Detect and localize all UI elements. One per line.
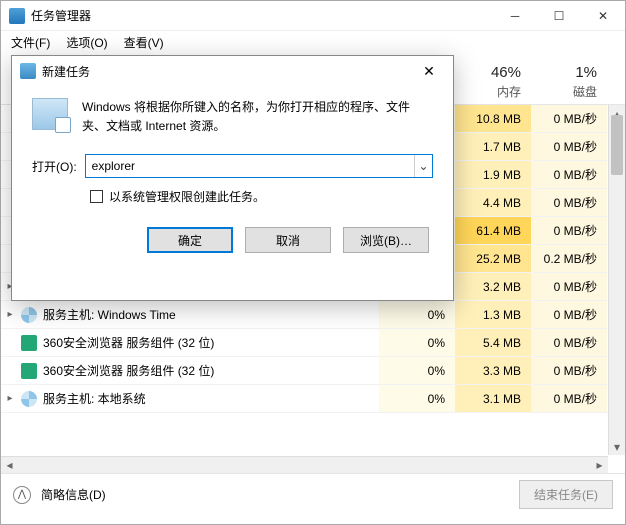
maximize-button[interactable]: ☐ xyxy=(537,1,581,31)
minimize-button[interactable]: ─ xyxy=(493,1,537,31)
vertical-scrollbar[interactable]: ▴ ▾ xyxy=(608,105,625,455)
memory-cell: 25.2 MB xyxy=(455,245,531,272)
process-name: 服务主机: Windows Time xyxy=(43,306,379,323)
memory-cell: 1.9 MB xyxy=(455,161,531,188)
app-icon xyxy=(9,8,25,24)
disk-cell: 0 MB/秒 xyxy=(531,301,607,328)
disk-label: 磁盘 xyxy=(531,83,597,100)
dialog-description: Windows 将根据你所键入的名称，为你打开相应的程序、文件夹、文档或 Int… xyxy=(82,98,433,136)
collapse-icon[interactable]: ⋀ xyxy=(13,486,31,504)
ok-button[interactable]: 确定 xyxy=(147,227,233,253)
open-combobox[interactable]: ⌄ xyxy=(85,154,433,178)
memory-cell: 3.3 MB xyxy=(455,357,531,384)
browse-button[interactable]: 浏览(B)… xyxy=(343,227,429,253)
scroll-right-icon[interactable]: ▸ xyxy=(591,457,608,473)
open-label: 打开(O): xyxy=(32,158,77,175)
menu-file[interactable]: 文件(F) xyxy=(5,32,56,53)
close-button[interactable]: ✕ xyxy=(581,1,625,31)
admin-checkbox[interactable] xyxy=(90,190,103,203)
cpu-cell: 0% xyxy=(379,357,455,384)
titlebar: 任务管理器 ─ ☐ ✕ xyxy=(1,1,625,31)
expand-icon[interactable]: ▸ xyxy=(1,309,19,320)
process-icon xyxy=(21,391,37,407)
disk-cell: 0 MB/秒 xyxy=(531,329,607,356)
new-task-dialog: 新建任务 ✕ Windows 将根据你所键入的名称，为你打开相应的程序、文件夹、… xyxy=(11,55,454,301)
process-name: 360安全浏览器 服务组件 (32 位) xyxy=(43,362,379,379)
footer: ⋀ 简略信息(D) 结束任务(E) xyxy=(1,473,625,515)
menu-options[interactable]: 选项(O) xyxy=(60,32,113,53)
scroll-thumb[interactable] xyxy=(611,115,623,175)
memory-pct: 46% xyxy=(455,64,521,81)
dialog-title: 新建任务 xyxy=(42,63,409,80)
end-task-button[interactable]: 结束任务(E) xyxy=(519,480,613,509)
dialog-close-button[interactable]: ✕ xyxy=(409,57,449,85)
disk-cell: 0 MB/秒 xyxy=(531,385,607,412)
dialog-icon xyxy=(20,63,36,79)
table-row[interactable]: 360安全浏览器 服务组件 (32 位)0%3.3 MB0 MB/秒 xyxy=(1,357,625,385)
dialog-titlebar: 新建任务 ✕ xyxy=(12,56,453,86)
admin-label: 以系统管理权限创建此任务。 xyxy=(109,188,265,205)
memory-cell: 10.8 MB xyxy=(455,105,531,132)
disk-cell: 0 MB/秒 xyxy=(531,161,607,188)
header-disk[interactable]: 1% 磁盘 xyxy=(531,53,607,104)
table-row[interactable]: ▸ 服务主机: 本地系统0%3.1 MB0 MB/秒 xyxy=(1,385,625,413)
disk-cell: 0 MB/秒 xyxy=(531,357,607,384)
run-icon xyxy=(32,98,68,130)
scroll-left-icon[interactable]: ◂ xyxy=(1,457,18,473)
memory-cell: 5.4 MB xyxy=(455,329,531,356)
process-name: 360安全浏览器 服务组件 (32 位) xyxy=(43,334,379,351)
horizontal-scrollbar[interactable]: ◂ ▸ xyxy=(1,456,608,473)
disk-cell: 0.2 MB/秒 xyxy=(531,245,607,272)
table-row[interactable]: 360安全浏览器 服务组件 (32 位)0%5.4 MB0 MB/秒 xyxy=(1,329,625,357)
memory-cell: 61.4 MB xyxy=(455,217,531,244)
cpu-cell: 0% xyxy=(379,301,455,328)
header-memory[interactable]: 46% 内存 xyxy=(455,53,531,104)
disk-cell: 0 MB/秒 xyxy=(531,189,607,216)
open-input[interactable] xyxy=(85,154,433,178)
window-title: 任务管理器 xyxy=(31,7,493,24)
disk-cell: 0 MB/秒 xyxy=(531,105,607,132)
disk-cell: 0 MB/秒 xyxy=(531,133,607,160)
memory-cell: 4.4 MB xyxy=(455,189,531,216)
process-name: 服务主机: 本地系统 xyxy=(43,390,379,407)
table-row[interactable]: ▸ 服务主机: Windows Time0%1.3 MB0 MB/秒 xyxy=(1,301,625,329)
menubar: 文件(F) 选项(O) 查看(V) xyxy=(1,31,625,53)
cpu-cell: 0% xyxy=(379,329,455,356)
memory-cell: 1.3 MB xyxy=(455,301,531,328)
cancel-button[interactable]: 取消 xyxy=(245,227,331,253)
disk-pct: 1% xyxy=(531,64,597,81)
disk-cell: 0 MB/秒 xyxy=(531,273,607,300)
expand-icon[interactable]: ▸ xyxy=(1,393,19,404)
memory-cell: 1.7 MB xyxy=(455,133,531,160)
menu-view[interactable]: 查看(V) xyxy=(118,32,170,53)
cpu-cell: 0% xyxy=(379,385,455,412)
brief-info-link[interactable]: 简略信息(D) xyxy=(41,486,106,503)
scroll-down-icon[interactable]: ▾ xyxy=(609,438,625,455)
disk-cell: 0 MB/秒 xyxy=(531,217,607,244)
memory-cell: 3.2 MB xyxy=(455,273,531,300)
process-icon xyxy=(21,363,37,379)
memory-cell: 3.1 MB xyxy=(455,385,531,412)
process-icon xyxy=(21,307,37,323)
process-icon xyxy=(21,335,37,351)
memory-label: 内存 xyxy=(455,83,521,100)
chevron-down-icon[interactable]: ⌄ xyxy=(414,155,432,177)
